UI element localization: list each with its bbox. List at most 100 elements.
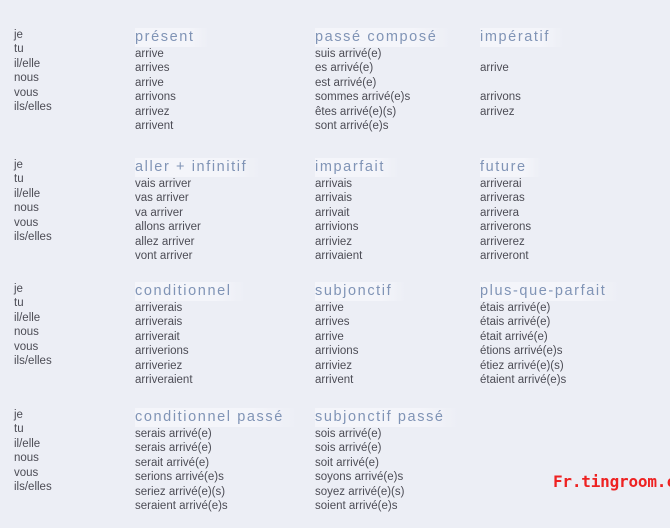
- tense-header: aller + infinitif: [135, 158, 262, 177]
- pronoun-column: je tu il/elle nous vous ils/elles: [14, 282, 124, 368]
- conjugation-form: soyons arrivé(e)s: [315, 471, 404, 484]
- pronoun-label: il/elle: [14, 57, 41, 70]
- conjugation-form: [480, 47, 564, 61]
- conjugation-form: suis arrivé(e): [315, 48, 382, 60]
- conjugation-form: est arrivé(e): [315, 76, 377, 89]
- conjugation-form: arrivez: [480, 105, 515, 118]
- pronoun-label: vous: [14, 86, 39, 99]
- tense-column: subjonctif passé sois arrivé(e) sois arriv…: [315, 408, 459, 513]
- conjugation-form-list: arriverais arriverais arriverait arriverion…: [135, 301, 246, 387]
- conjugation-form: arriveraient: [135, 373, 193, 386]
- tense-column: conditionnel passé serais arrivé(e) serais…: [135, 408, 298, 513]
- tense-column: impératif arrive arrivons arrivez: [480, 28, 564, 133]
- conjugation-form: arriviez: [315, 235, 353, 248]
- conjugation-form: arrivez: [135, 105, 170, 118]
- pronoun-column: je tu il/elle nous vous ils/elles: [14, 408, 124, 494]
- site-watermark: Fr.tingroom.com: [553, 472, 670, 491]
- conjugation-form: arrivaient: [315, 249, 363, 262]
- conjugation-form-list: vais arriver vas arriver va arriver allons …: [135, 177, 261, 263]
- conjugation-form: arrivera: [480, 206, 519, 219]
- conjugation-form: arrive: [315, 302, 344, 314]
- conjugation-form: arrivons: [480, 91, 521, 104]
- conjugation-form: arriverons: [480, 221, 532, 234]
- tense-column: plus-que-parfait étais arrivé(e) étais arr…: [480, 282, 621, 387]
- conjugation-form: arriverez: [480, 235, 525, 248]
- conjugation-form: [480, 76, 564, 90]
- pronoun-label: je: [14, 159, 23, 171]
- pronoun-label: vous: [14, 216, 39, 229]
- tense-header: conditionnel: [135, 282, 246, 301]
- conjugation-form: arrivais: [315, 178, 353, 190]
- conjugation-form: était arrivé(e): [480, 330, 548, 343]
- conjugation-form: arriverais: [135, 302, 183, 314]
- conjugation-form: arrivait: [315, 206, 350, 219]
- conjugation-form: soyez arrivé(e)(s): [315, 485, 405, 498]
- tense-column: future arriverai arriveras arrivera arrivero…: [480, 158, 541, 263]
- tense-column: conditionnel arriverais arriverais arrivera…: [135, 282, 246, 387]
- conjugation-form: étais arrivé(e): [480, 302, 551, 314]
- conjugation-form: allez arriver: [135, 235, 195, 248]
- conjugation-form: sois arrivé(e): [315, 428, 382, 440]
- conjugation-form: serions arrivé(e)s: [135, 471, 224, 484]
- conjugation-form: arrive: [135, 48, 164, 60]
- pronoun-label: tu: [14, 173, 24, 186]
- verb-block: je tu il/elle nous vous ils/elles aller + infi…: [0, 148, 670, 278]
- conjugation-form: arrivais: [315, 192, 353, 205]
- conjugation-form: serais arrivé(e): [135, 428, 212, 440]
- conjugation-form: arriveriez: [135, 359, 183, 372]
- conjugation-form: sommes arrivé(e)s: [315, 91, 411, 104]
- conjugation-form: [480, 119, 564, 133]
- pronoun-label: nous: [14, 72, 39, 85]
- pronoun-label: ils/elles: [14, 480, 52, 493]
- conjugation-form-list: sois arrivé(e) sois arrivé(e) soit arrivé(…: [315, 427, 459, 513]
- pronoun-label: il/elle: [14, 187, 41, 200]
- conjugation-form-list: arrive arrives arrive arrivons arrivez arrive…: [135, 47, 209, 133]
- conjugation-form: arriviez: [315, 359, 353, 372]
- pronoun-label: il/elle: [14, 311, 41, 324]
- conjugation-form: seraient arrivé(e)s: [135, 499, 228, 512]
- verb-block: je tu il/elle nous vous ils/elles présent arriv…: [0, 18, 670, 148]
- conjugation-form: arrivent: [135, 119, 174, 132]
- conjugation-form: serait arrivé(e): [135, 456, 210, 469]
- pronoun-label: ils/elles: [14, 100, 52, 113]
- pronoun-label: nous: [14, 202, 39, 215]
- conjugation-form-list: arrive arrivons arrivez: [480, 47, 564, 133]
- conjugation-form-list: serais arrivé(e) serais arrivé(e) serait a…: [135, 427, 298, 513]
- conjugation-form-list: étais arrivé(e) étais arrivé(e) était arri…: [480, 301, 620, 387]
- conjugation-form: arriverait: [135, 330, 180, 343]
- pronoun-label: nous: [14, 326, 39, 339]
- conjugation-form: va arriver: [135, 206, 183, 219]
- pronoun-label: tu: [14, 423, 24, 436]
- tense-header: future: [480, 158, 541, 177]
- pronoun-label: je: [14, 409, 23, 421]
- conjugation-form: vais arriver: [135, 178, 192, 190]
- conjugation-form-list: arrivais arrivais arrivait arrivions arrivie…: [315, 177, 399, 263]
- conjugation-form: soient arrivé(e)s: [315, 499, 398, 512]
- conjugation-form: serais arrivé(e): [135, 442, 212, 455]
- tense-header: conditionnel passé: [135, 408, 298, 427]
- tense-column: présent arrive arrives arrive arrivons arrive…: [135, 28, 209, 133]
- conjugation-form: étions arrivé(e)s: [480, 345, 563, 358]
- pronoun-label: ils/elles: [14, 230, 52, 243]
- conjugation-form: vas arriver: [135, 192, 189, 205]
- conjugation-form: vont arriver: [135, 249, 193, 262]
- pronoun-label: tu: [14, 43, 24, 56]
- conjugation-form: étiez arrivé(e)(s): [480, 359, 564, 372]
- conjugation-form: arriveront: [480, 249, 529, 262]
- conjugation-form: arriverions: [135, 345, 189, 358]
- tense-header: subjonctif passé: [315, 408, 459, 427]
- conjugation-form: arrive: [135, 76, 164, 89]
- conjugation-form: es arrivé(e): [315, 62, 374, 75]
- tense-header: imparfait: [315, 158, 399, 177]
- conjugation-form: arrive: [315, 330, 344, 343]
- conjugation-form: étaient arrivé(e)s: [480, 373, 567, 386]
- pronoun-column: je tu il/elle nous vous ils/elles: [14, 28, 124, 114]
- conjugation-form: étais arrivé(e): [480, 316, 551, 329]
- conjugation-form-list: arriverai arriveras arrivera arriverons arri…: [480, 177, 541, 263]
- conjugation-form-list: suis arrivé(e) es arrivé(e) est arrivé(e) s…: [315, 47, 451, 133]
- tense-header: passé composé: [315, 28, 452, 47]
- conjugation-form: arrivions: [315, 345, 359, 358]
- conjugation-sheet: je tu il/elle nous vous ils/elles présent arriv…: [0, 0, 670, 512]
- tense-header: plus-que-parfait: [480, 282, 621, 301]
- conjugation-form: êtes arrivé(e)(s): [315, 105, 397, 118]
